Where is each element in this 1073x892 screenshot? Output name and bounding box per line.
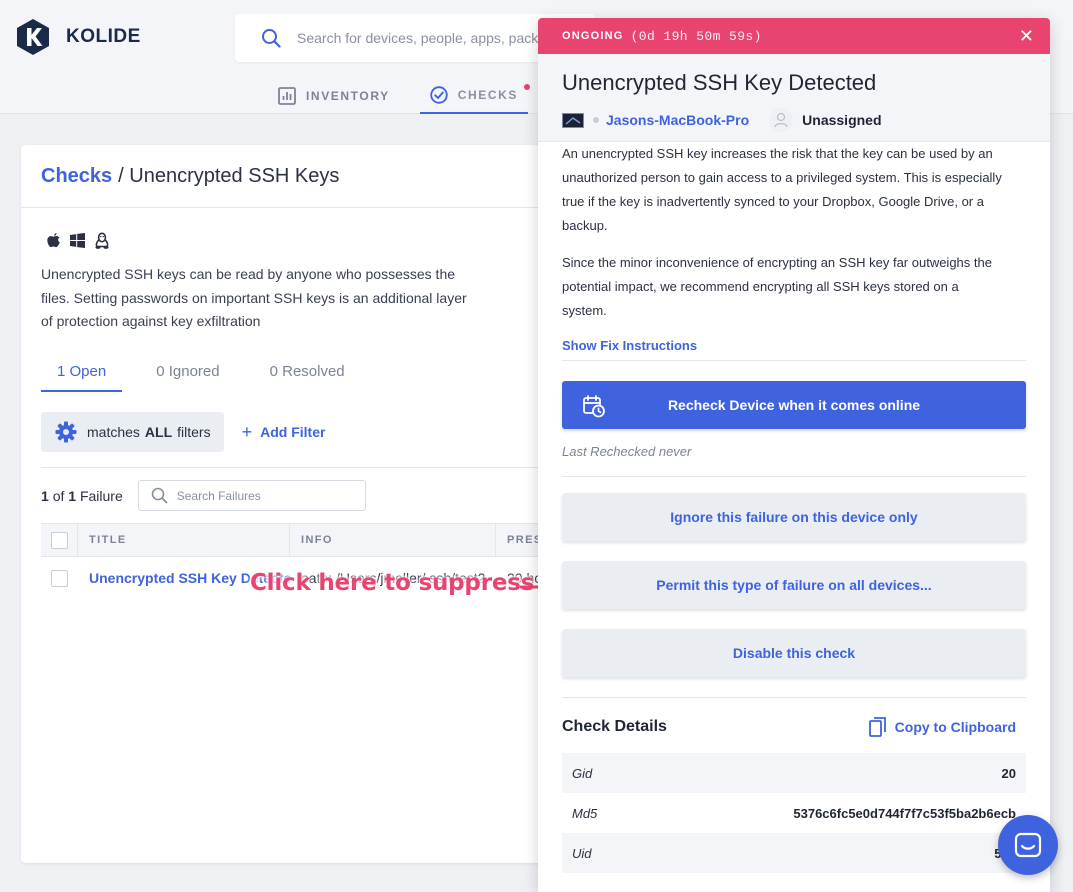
ongoing-timer: (0d 19h 50m 59s) <box>630 28 762 44</box>
platform-icons <box>46 232 110 250</box>
tab-inventory-label: INVENTORY <box>306 89 390 103</box>
detail-key: Md5 <box>572 805 598 821</box>
failure-count-row: 1 of 1 Failure <box>41 480 366 511</box>
add-filter-button[interactable]: + Add Filter <box>242 422 326 443</box>
failure-count: 1 of 1 Failure <box>41 487 123 504</box>
row-checkbox[interactable] <box>51 569 68 587</box>
divider <box>562 360 1026 361</box>
select-all-checkbox[interactable] <box>50 531 68 549</box>
column-title[interactable]: TITLE <box>78 523 290 557</box>
detail-row: Md5 5376c6fc5e0d744f7f7c53f5ba2b6ecb <box>562 793 1026 833</box>
failure-search[interactable] <box>137 480 366 511</box>
annotation-label: Click here to suppress <box>250 570 535 596</box>
permit-failure-label: Permit this type of failure on all devic… <box>656 577 932 593</box>
copy-icon <box>868 717 887 737</box>
panel-meta: Jasons-MacBook-Pro Unassigned <box>562 108 882 132</box>
ignore-failure-button[interactable]: Ignore this failure on this device only <box>562 493 1026 541</box>
check-details-title: Check Details <box>562 718 667 735</box>
apple-icon <box>47 233 60 248</box>
check-details-header: Check Details Copy to Clipboard <box>562 717 1026 737</box>
detail-value: 5376c6fc5e0d744f7f7c53f5ba2b6ecb <box>793 805 1016 821</box>
status-label: ONGOING <box>562 30 624 42</box>
show-fix-instructions-link[interactable]: Show Fix Instructions <box>562 338 1026 353</box>
add-filter-label: Add Filter <box>260 424 326 440</box>
panel-description: An unencrypted SSH key increases the ris… <box>562 146 1002 233</box>
failure-search-input[interactable] <box>176 488 357 503</box>
search-icon <box>262 29 281 48</box>
table-header: TITLE INFO PRESE <box>41 523 561 557</box>
chat-launcher-button[interactable] <box>998 815 1058 875</box>
column-info[interactable]: INFO <box>290 523 496 557</box>
ignore-failure-label: Ignore this failure on this device only <box>670 509 918 525</box>
disable-check-button[interactable]: Disable this check <box>562 629 1026 677</box>
permit-failure-button[interactable]: Permit this type of failure on all devic… <box>562 561 1026 609</box>
detail-row: Gid 20 <box>562 753 1026 793</box>
recheck-device-button[interactable]: Recheck Device when it comes online <box>562 381 1026 429</box>
device-thumbnail-icon <box>562 112 584 128</box>
filter-row: matches ALL filters + Add Filter <box>41 412 325 452</box>
failure-detail-panel: ONGOING (0d 19h 50m 59s) ✕ Unencrypted S… <box>538 18 1050 892</box>
filter-prefix: matches <box>87 424 140 440</box>
tab-open[interactable]: 1 Open <box>41 357 123 392</box>
notification-dot <box>524 84 531 90</box>
panel-header: Unencrypted SSH Key Detected Jasons-MacB… <box>538 54 1050 142</box>
assignee-label[interactable]: Unassigned <box>802 112 881 128</box>
tab-ignored[interactable]: 0 Ignored <box>140 357 235 392</box>
divider <box>562 476 1026 477</box>
check-circle-icon <box>430 86 448 104</box>
tab-checks[interactable]: CHECKS <box>419 78 531 114</box>
avatar[interactable] <box>769 108 794 132</box>
breadcrumb-current: / Unencrypted SSH Keys <box>118 164 340 187</box>
divider <box>562 697 1026 698</box>
check-description: Unencrypted SSH keys can be read by anyo… <box>41 266 467 329</box>
search-input[interactable] <box>297 30 557 46</box>
check-details-table: Gid 20 Md5 5376c6fc5e0d744f7f7c53f5ba2b6… <box>562 753 1026 873</box>
breadcrumb-checks-link[interactable]: Checks <box>41 165 112 188</box>
calendar-clock-icon <box>583 395 605 418</box>
panel-title: Unencrypted SSH Key Detected <box>562 70 877 95</box>
online-status-dot <box>593 117 599 123</box>
disable-check-label: Disable this check <box>732 645 856 661</box>
status-banner: ONGOING (0d 19h 50m 59s) ✕ <box>538 18 1050 54</box>
device-link[interactable]: Jasons-MacBook-Pro <box>606 112 749 128</box>
chat-icon <box>1014 832 1042 858</box>
linux-icon <box>95 232 109 249</box>
filter-mode-button[interactable]: matches ALL filters <box>41 412 224 452</box>
search-icon <box>151 487 168 504</box>
tab-checks-label: CHECKS <box>457 88 519 102</box>
plus-icon: + <box>241 421 253 442</box>
last-rechecked-text: Last Rechecked never <box>562 444 692 459</box>
divider <box>41 467 561 468</box>
detail-key: Gid <box>572 765 593 781</box>
chart-icon <box>278 87 296 105</box>
tab-inventory[interactable]: INVENTORY <box>278 78 400 114</box>
status-tabs: 1 Open 0 Ignored 0 Resolved <box>41 357 379 392</box>
panel-body: An unencrypted SSH key increases the ris… <box>562 142 1026 353</box>
detail-row: Uid 501 <box>562 833 1026 873</box>
gear-icon <box>55 421 77 443</box>
breadcrumb: Checks / Unencrypted SSH Keys <box>21 145 561 208</box>
close-icon[interactable]: ✕ <box>1019 26 1034 47</box>
filter-suffix: filters <box>177 424 211 440</box>
windows-icon <box>70 233 85 248</box>
select-all-cell <box>41 523 78 557</box>
kolide-logo-icon <box>17 19 49 55</box>
recheck-device-label: Recheck Device when it comes online <box>667 397 921 413</box>
detail-value: 20 <box>1001 765 1016 781</box>
brand-name: KOLIDE <box>66 26 141 47</box>
tab-resolved[interactable]: 0 Resolved <box>254 357 361 392</box>
copy-to-clipboard-button[interactable]: Copy to Clipboard <box>868 717 1016 737</box>
panel-recommendation: Since the minor inconvenience of encrypt… <box>562 255 992 318</box>
check-detail-card: Checks / Unencrypted SSH Keys Unencrypte… <box>21 145 561 863</box>
copy-to-clipboard-label: Copy to Clipboard <box>894 719 1016 735</box>
row-select-cell <box>41 557 78 599</box>
logo[interactable]: KOLIDE <box>14 18 141 56</box>
detail-key: Uid <box>572 845 592 861</box>
filter-mode: ALL <box>144 424 173 440</box>
